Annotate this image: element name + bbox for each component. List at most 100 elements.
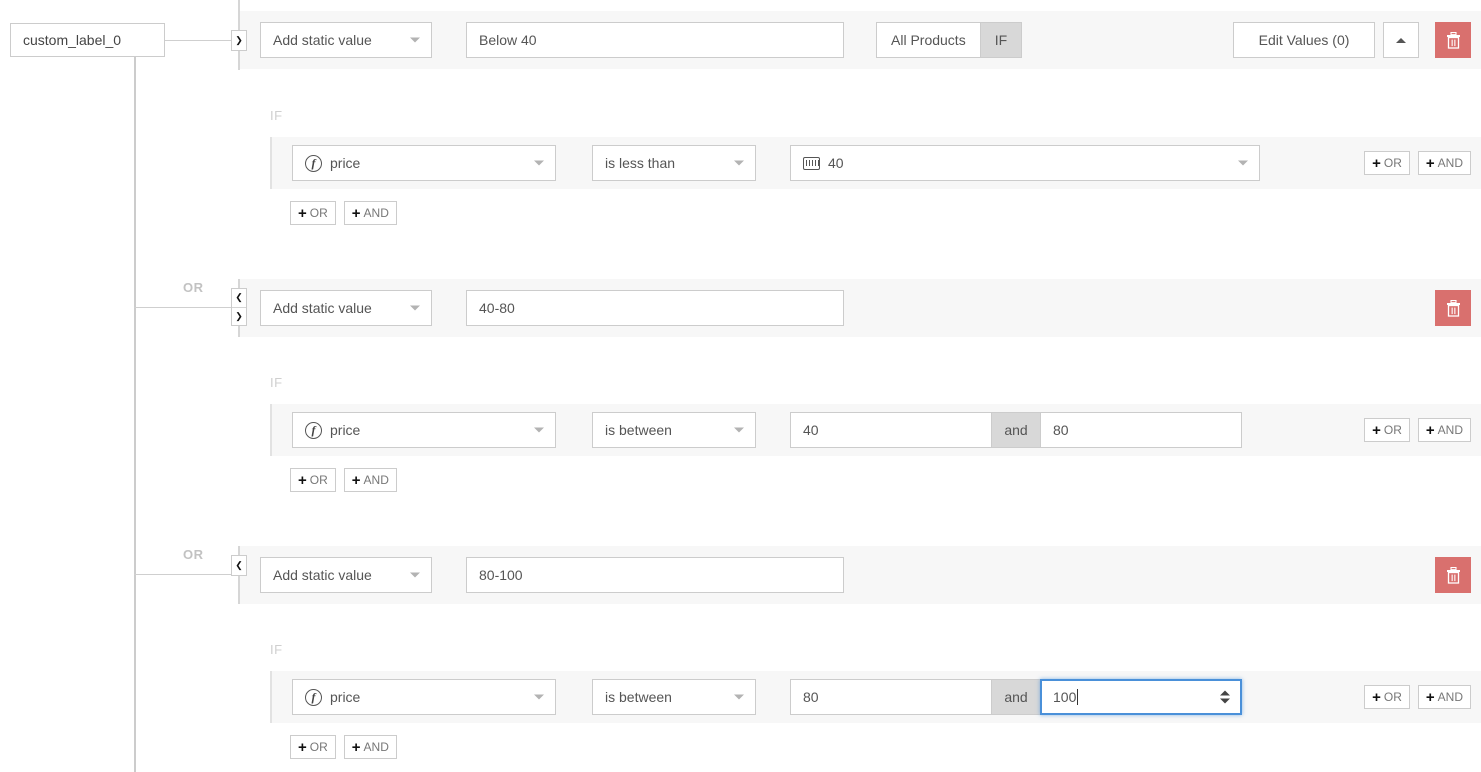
condition-value-from-2[interactable]: 40: [790, 412, 992, 448]
condition-value-to-text-3: 100: [1053, 689, 1077, 705]
group-value-input-2[interactable]: 40-80: [466, 290, 844, 326]
condition-value-to-3[interactable]: 100: [1040, 679, 1242, 715]
add-or-group-button-2[interactable]: + OR: [290, 468, 336, 492]
add-and-button-1[interactable]: + AND: [1417, 151, 1471, 175]
value-source-label-1: Add static value: [273, 32, 372, 48]
add-or-group-label-1: OR: [309, 206, 328, 220]
scope-if-1[interactable]: IF: [980, 22, 1023, 58]
condition-row-2: f price is between 40 and 80 + OR + AND: [270, 404, 1481, 456]
condition-field-label-1: price: [330, 155, 361, 171]
group-value-input-1[interactable]: Below 40: [466, 22, 844, 58]
if-label-1: IF: [270, 108, 283, 123]
value-source-select-1[interactable]: Add static value: [260, 22, 432, 58]
add-or-label-1: OR: [1383, 156, 1402, 170]
condition-value-from-3[interactable]: 80: [790, 679, 992, 715]
delete-group-button-1[interactable]: [1435, 22, 1471, 58]
add-and-group-button-1[interactable]: + AND: [343, 201, 397, 225]
reorder-down-group-1[interactable]: ❯: [231, 30, 247, 51]
group-value-text-2: 40-80: [479, 300, 515, 316]
chevron-down-icon: [534, 694, 544, 700]
chevron-up-icon: ❮: [235, 560, 243, 570]
tree-trunk-line: [134, 57, 136, 772]
scope-all-products-1[interactable]: All Products: [876, 22, 981, 58]
delete-group-button-2[interactable]: [1435, 290, 1471, 326]
or-connector-2: OR: [183, 280, 204, 295]
group-header-3: Add static value 80-100: [240, 546, 1481, 604]
condition-add-buttons-1: + OR + AND: [1364, 151, 1471, 175]
add-or-button-3[interactable]: + OR: [1364, 685, 1410, 709]
if-label-2: IF: [270, 375, 283, 390]
add-or-label-2: OR: [1383, 423, 1402, 437]
condition-field-select-1[interactable]: f price: [292, 145, 556, 181]
plus-icon: +: [1425, 154, 1435, 172]
add-and-label-1: AND: [1437, 156, 1463, 170]
condition-field-select-3[interactable]: f price: [292, 679, 556, 715]
chevron-up-icon[interactable]: ❮: [232, 289, 246, 308]
group-value-text-3: 80-100: [479, 567, 523, 583]
value-source-select-3[interactable]: Add static value: [260, 557, 432, 593]
if-label-3: IF: [270, 642, 283, 657]
add-and-label-2: AND: [1437, 423, 1463, 437]
condition-field-label-2: price: [330, 422, 361, 438]
condition-operator-select-1[interactable]: is less than: [592, 145, 756, 181]
number-stepper-3[interactable]: [1220, 690, 1230, 704]
add-or-button-2[interactable]: + OR: [1364, 418, 1410, 442]
condition-between-2: 40 and 80: [790, 412, 1242, 448]
condition-operator-label-2: is between: [605, 422, 672, 438]
add-or-group-button-1[interactable]: + OR: [290, 201, 336, 225]
stepper-down-icon[interactable]: [1220, 698, 1230, 704]
condition-value-from-text-2: 40: [803, 422, 819, 438]
edit-values-button[interactable]: Edit Values (0): [1233, 22, 1375, 58]
chevron-down-icon: [534, 427, 544, 433]
chevron-down-icon[interactable]: ❯: [232, 308, 246, 326]
condition-value-from-text-3: 80: [803, 689, 819, 705]
reorder-updown-group-2[interactable]: ❮ ❯: [231, 288, 247, 326]
add-or-group-label-2: OR: [309, 473, 328, 487]
collapse-button-1[interactable]: [1383, 22, 1419, 58]
plus-icon: +: [1425, 421, 1435, 439]
add-or-label-3: OR: [1383, 690, 1402, 704]
stepper-up-icon[interactable]: [1220, 690, 1230, 696]
scope-toggle-1[interactable]: All Products IF: [876, 22, 1023, 58]
chevron-down-icon: [410, 37, 420, 43]
add-and-label-3: AND: [1437, 690, 1463, 704]
condition-value-select-1[interactable]: 40: [790, 145, 1260, 181]
add-or-button-1[interactable]: + OR: [1364, 151, 1410, 175]
chevron-down-icon: [410, 305, 420, 311]
add-and-button-3[interactable]: + AND: [1417, 685, 1471, 709]
trash-icon: [1446, 299, 1460, 317]
edit-values-label: Edit Values (0): [1258, 32, 1350, 48]
custom-label-text: custom_label_0: [23, 32, 122, 48]
add-and-group-button-2[interactable]: + AND: [343, 468, 397, 492]
chevron-down-icon: [410, 572, 420, 578]
group-add-buttons-2: + OR + AND: [290, 468, 397, 492]
condition-operator-select-3[interactable]: is between: [592, 679, 756, 715]
chevron-down-icon: [734, 160, 744, 166]
reorder-up-group-3[interactable]: ❮: [231, 555, 247, 576]
custom-label-chip[interactable]: custom_label_0: [10, 23, 165, 57]
plus-icon: +: [1372, 154, 1381, 172]
condition-value-text-1: 40: [828, 155, 844, 171]
plus-icon: +: [1425, 688, 1435, 706]
condition-row-3: f price is between 80 and 100 + OR + AND: [270, 671, 1481, 723]
chevron-down-icon: [534, 160, 544, 166]
delete-group-button-3[interactable]: [1435, 557, 1471, 593]
condition-field-select-2[interactable]: f price: [292, 412, 556, 448]
add-and-button-2[interactable]: + AND: [1417, 418, 1471, 442]
plus-icon: +: [298, 204, 307, 222]
plus-icon: +: [351, 738, 361, 756]
tree-branch-2: [134, 307, 239, 308]
condition-value-to-2[interactable]: 80: [1040, 412, 1242, 448]
condition-add-buttons-2: + OR + AND: [1364, 418, 1471, 442]
group-value-input-3[interactable]: 80-100: [466, 557, 844, 593]
condition-operator-select-2[interactable]: is between: [592, 412, 756, 448]
text-cursor: [1077, 689, 1079, 705]
value-source-label-2: Add static value: [273, 300, 372, 316]
group-header-2: Add static value 40-80: [240, 279, 1481, 337]
function-icon: f: [305, 421, 322, 439]
add-and-group-button-3[interactable]: + AND: [343, 735, 397, 759]
condition-operator-label-1: is less than: [605, 155, 676, 171]
between-and-label-2: and: [992, 412, 1040, 448]
value-source-select-2[interactable]: Add static value: [260, 290, 432, 326]
add-or-group-button-3[interactable]: + OR: [290, 735, 336, 759]
